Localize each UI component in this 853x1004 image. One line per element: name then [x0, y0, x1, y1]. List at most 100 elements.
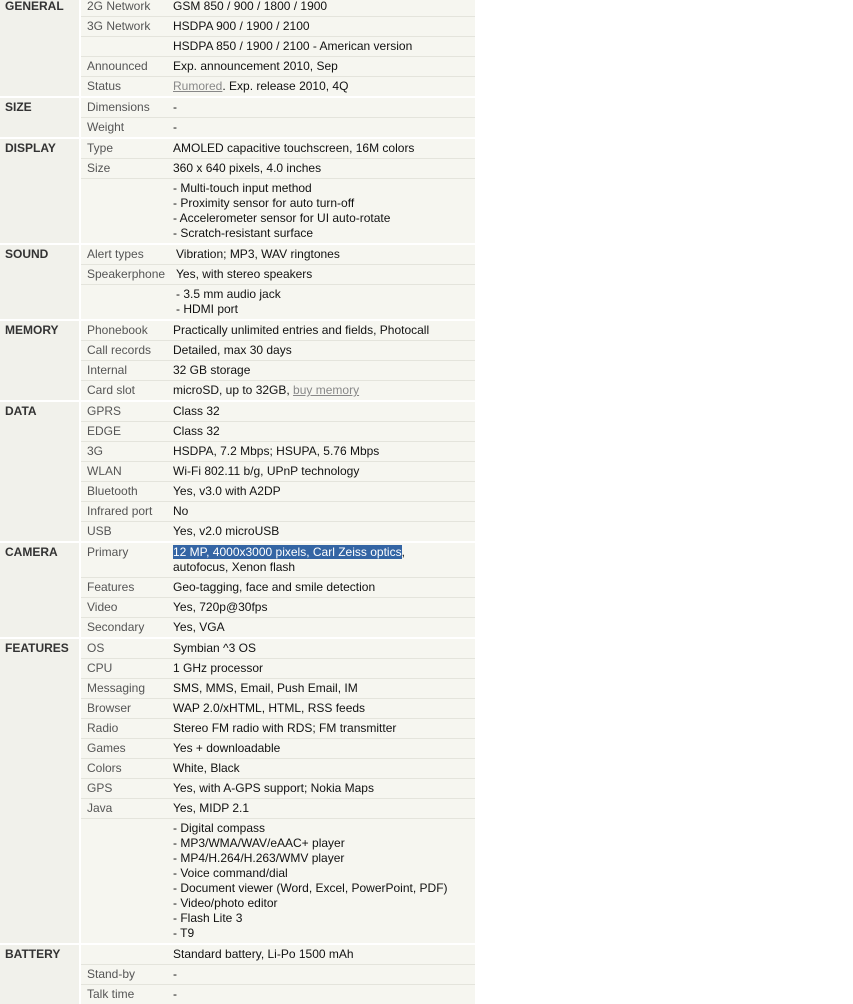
value-line: 1 GHz processor	[173, 661, 264, 675]
value-line: - MP4/H.264/H.263/WMV player	[173, 851, 345, 865]
spec-label: Card slot	[87, 383, 136, 397]
spec-section-features: FEATURES OS Symbian ^3 OS CPU 1 GHz processo…	[0, 637, 475, 943]
spec-value: Yes, with A-GPS support; Nokia Maps	[173, 779, 475, 798]
value-line: HSDPA 900 / 1900 / 2100	[173, 19, 310, 33]
spec-value: HSDPA 850 / 1900 / 2100 - American versi…	[173, 37, 475, 56]
spec-row: Primary 12 MP, 4000x3000 pixels, Carl Zei…	[81, 543, 475, 577]
value-line: Yes, 720p@30fps	[173, 600, 268, 614]
value-line: autofocus, Xenon flash	[173, 560, 296, 574]
section-rows: GPRS Class 32 EDGE Class 32 3G HSDPA, 7.2 Mbp…	[81, 402, 475, 541]
section-rows: OS Symbian ^3 OS CPU 1 GHz processor Messagi…	[81, 639, 475, 943]
spec-value: White, Black	[173, 759, 475, 778]
spec-section-camera: CAMERA Primary 12 MP, 4000x3000 pixels, Ca…	[0, 541, 475, 637]
spec-row: Call records Detailed, max 30 days	[81, 340, 475, 360]
spec-label: Bluetooth	[87, 484, 138, 498]
spec-value: Yes, MIDP 2.1	[173, 799, 475, 818]
section-rows: 2G Network GSM 850 / 900 / 1800 / 1900 3G …	[81, 0, 475, 96]
section-rows: Standard battery, Li-Po 1500 mAh Stand-by…	[81, 945, 475, 1004]
spec-label: Status	[87, 79, 122, 93]
spec-value: 360 x 640 pixels, 4.0 inches	[173, 159, 475, 178]
spec-label: 2G Network	[87, 0, 151, 13]
spec-row: Infrared port No	[81, 501, 475, 521]
spec-section-memory: MEMORY Phonebook Practically unlimited ent…	[0, 319, 475, 400]
value-line: No	[173, 504, 189, 518]
status-link[interactable]: Rumored	[173, 79, 222, 93]
spec-value: 12 MP, 4000x3000 pixels, Carl Zeiss opti…	[173, 543, 475, 577]
value-line: -	[173, 967, 177, 981]
spec-value: Symbian ^3 OS	[173, 639, 475, 658]
spec-label: CPU	[87, 661, 113, 675]
spec-section-display: DISPLAY Type AMOLED capacitive touchscreen…	[0, 137, 475, 243]
spec-label	[81, 285, 173, 319]
spec-label: Video	[87, 600, 118, 614]
spec-label: Stand-by	[87, 967, 136, 981]
spec-row: Games Yes + downloadable	[81, 738, 475, 758]
spec-label	[81, 179, 173, 243]
value-line: Symbian ^3 OS	[173, 641, 256, 655]
section-title: FEATURES	[0, 639, 81, 943]
spec-value: - Multi-touch input method - Proximity se…	[173, 179, 475, 243]
value-line: - Multi-touch input method	[173, 181, 312, 195]
spec-row: Standard battery, Li-Po 1500 mAh	[81, 945, 475, 964]
value-line: - 3.5 mm audio jack	[176, 287, 281, 301]
value-line: Stereo FM radio with RDS; FM transmitter	[173, 721, 397, 735]
spec-label: WLAN	[87, 464, 122, 478]
spec-section-data: DATA GPRS Class 32 EDGE Class 32 3G HSDPA, 7.2…	[0, 400, 475, 541]
section-title: MEMORY	[0, 321, 81, 400]
spec-row: Card slot microSD, up to 32GB, buy memory	[81, 380, 475, 400]
spec-value: - Digital compass - MP3/WMA/WAV/eAAC+ pla…	[173, 819, 475, 943]
value-line: WAP 2.0/xHTML, HTML, RSS feeds	[173, 701, 366, 715]
spec-row: Video Yes, 720p@30fps	[81, 597, 475, 617]
value-line: Yes, VGA	[173, 620, 225, 634]
spec-label: Phonebook	[87, 323, 148, 337]
value-line: Yes, with A-GPS support; Nokia Maps	[173, 781, 374, 795]
spec-row: Messaging SMS, MMS, Email, Push Email, IM	[81, 678, 475, 698]
buy-memory-link[interactable]: buy memory	[293, 383, 359, 397]
spec-value: No	[173, 502, 475, 521]
spec-value: GSM 850 / 900 / 1800 / 1900	[173, 0, 475, 16]
spec-row: 3G Network HSDPA 900 / 1900 / 2100	[81, 16, 475, 36]
spec-label: Announced	[87, 59, 148, 73]
spec-row: HSDPA 850 / 1900 / 2100 - American versi…	[81, 36, 475, 56]
value-line: Yes, with stereo speakers	[176, 267, 313, 281]
spec-label: Secondary	[87, 620, 145, 634]
spec-label: GPRS	[87, 404, 122, 418]
spec-row: Alert types Vibration; MP3, WAV ringtones	[81, 245, 475, 264]
spec-row: Talk time -	[81, 984, 475, 1004]
spec-value: - 3.5 mm audio jack - HDMI port	[173, 285, 475, 319]
value-line: GSM 850 / 900 / 1800 / 1900	[173, 0, 328, 13]
spec-row: 2G Network GSM 850 / 900 / 1800 / 1900	[81, 0, 475, 16]
spec-label: Infrared port	[87, 504, 153, 518]
section-rows: Type AMOLED capacitive touchscreen, 16M c…	[81, 139, 475, 243]
value-line: HSDPA 850 / 1900 / 2100 - American versi…	[173, 39, 413, 53]
value-line: SMS, MMS, Email, Push Email, IM	[173, 681, 358, 695]
spec-value: Rumored. Exp. release 2010, 4Q	[173, 77, 475, 96]
spec-row: OS Symbian ^3 OS	[81, 639, 475, 658]
spec-value: Wi-Fi 802.11 b/g, UPnP technology	[173, 462, 475, 481]
spec-row: Browser WAP 2.0/xHTML, HTML, RSS feeds	[81, 698, 475, 718]
spec-label: 3G Network	[87, 19, 151, 33]
spec-label: 3G	[87, 444, 104, 458]
spec-label: GPS	[87, 781, 113, 795]
spec-label: Alert types	[87, 247, 144, 261]
spec-row: Status Rumored. Exp. release 2010, 4Q	[81, 76, 475, 96]
value-line: - Scratch-resistant surface	[173, 226, 314, 240]
value-line: - HDMI port	[176, 302, 239, 316]
value-line: - Proximity sensor for auto turn-off	[173, 196, 355, 210]
spec-row: Weight -	[81, 117, 475, 137]
spec-section-general: GENERAL 2G Network GSM 850 / 900 / 1800 / …	[0, 0, 475, 96]
spec-row: Internal 32 GB storage	[81, 360, 475, 380]
spec-value: -	[173, 985, 475, 1004]
spec-value: Yes, v3.0 with A2DP	[173, 482, 475, 501]
spec-value: Yes, v2.0 microUSB	[173, 522, 475, 541]
spec-row: - Digital compass - MP3/WMA/WAV/eAAC+ pla…	[81, 818, 475, 943]
spec-label: Size	[87, 161, 111, 175]
section-rows: Alert types Vibration; MP3, WAV ringtones…	[81, 245, 475, 319]
spec-table: GENERAL 2G Network GSM 850 / 900 / 1800 / …	[0, 0, 475, 1004]
value-line: Exp. announcement 2010, Sep	[173, 59, 338, 73]
spec-value: HSDPA 900 / 1900 / 2100	[173, 17, 475, 36]
spec-value: -	[173, 118, 475, 137]
spec-label: Java	[87, 801, 113, 815]
value-line: HSDPA, 7.2 Mbps; HSUPA, 5.76 Mbps	[173, 444, 380, 458]
spec-row: Radio Stereo FM radio with RDS; FM transm…	[81, 718, 475, 738]
